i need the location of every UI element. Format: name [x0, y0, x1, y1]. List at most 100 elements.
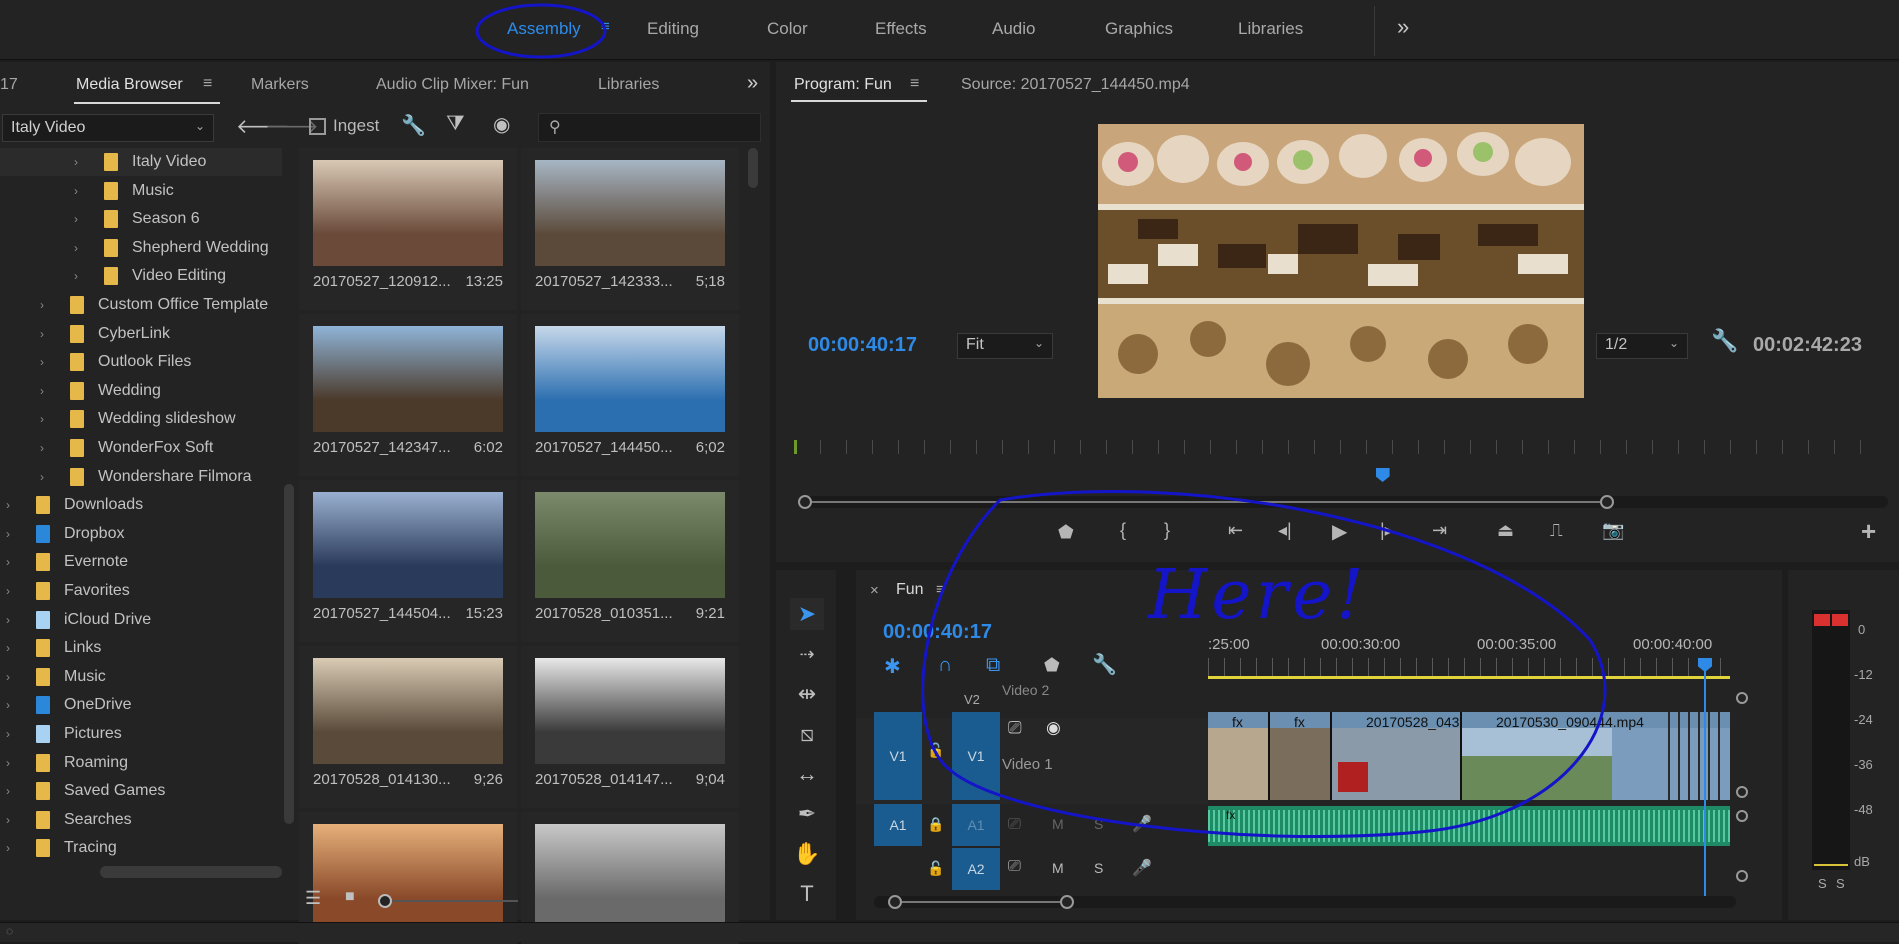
- chevron-right-icon[interactable]: ›: [6, 498, 18, 512]
- tree-item[interactable]: › Season 6: [74, 205, 200, 233]
- chevron-right-icon[interactable]: ›: [6, 555, 18, 569]
- chevron-right-icon[interactable]: ›: [40, 470, 52, 484]
- chevron-right-icon[interactable]: ›: [40, 355, 52, 369]
- linked-selection-icon[interactable]: ⧉: [986, 654, 1000, 677]
- pen-tool-icon[interactable]: ✒: [790, 798, 824, 830]
- clip-fx-badge[interactable]: fx: [1232, 714, 1243, 730]
- workspace-tab-audio[interactable]: Audio: [992, 19, 1035, 39]
- location-dropdown[interactable]: Italy Video ⌄: [2, 114, 214, 142]
- sequence-tab[interactable]: Fun: [896, 581, 924, 599]
- track-select-tool-icon[interactable]: ⇢: [790, 638, 824, 670]
- chevron-right-icon[interactable]: ›: [6, 641, 18, 655]
- razor-tool-icon[interactable]: ⧅: [790, 718, 824, 750]
- tab-source[interactable]: Source: 20170527_144450.mp4: [961, 76, 1190, 94]
- media-thumbnail[interactable]: 20170527_144450... 6;02: [521, 314, 739, 476]
- fit-dropdown[interactable]: Fit ⌄: [957, 333, 1053, 359]
- toggle-visibility-eye-icon[interactable]: ◉: [1046, 718, 1061, 738]
- tree-item[interactable]: › Evernote: [6, 548, 128, 576]
- tree-item[interactable]: › Links: [6, 634, 101, 662]
- workspace-menu-icon[interactable]: ≡: [601, 18, 610, 35]
- program-zoom-bar[interactable]: [798, 495, 1888, 509]
- clip-indicator-left[interactable]: [1814, 614, 1830, 626]
- tree-item[interactable]: › Wondershare Filmora: [40, 463, 252, 491]
- workspace-tab-graphics[interactable]: Graphics: [1105, 19, 1173, 39]
- mark-in-icon[interactable]: {: [1120, 520, 1126, 541]
- mute-button[interactable]: M: [1052, 860, 1064, 876]
- toggle-sync-lock-icon[interactable]: ⎚: [1008, 718, 1022, 738]
- chevron-right-icon[interactable]: ›: [6, 841, 18, 855]
- solo-right-button[interactable]: S: [1836, 876, 1845, 891]
- resolution-dropdown[interactable]: 1/2 ⌄: [1596, 333, 1688, 359]
- chevron-right-icon[interactable]: ›: [40, 384, 52, 398]
- v-scroll-handle[interactable]: [1736, 692, 1748, 704]
- type-tool-icon[interactable]: T: [790, 878, 824, 910]
- tree-item[interactable]: › Video Editing: [74, 262, 226, 290]
- tab-media-browser[interactable]: Media Browser: [76, 76, 183, 94]
- program-ruler[interactable]: [794, 440, 1884, 454]
- thumb-scrollbar-thumb[interactable]: [748, 148, 758, 188]
- media-thumbnail[interactable]: 20170527_142347... 6:02: [299, 314, 517, 476]
- tree-item[interactable]: › Dropbox: [6, 520, 124, 548]
- v-scroll-handle[interactable]: [1736, 786, 1748, 798]
- zoom-handle-right[interactable]: [1600, 495, 1614, 509]
- lock-icon[interactable]: 🔓: [927, 860, 944, 877]
- ingest-checkbox[interactable]: [309, 118, 326, 135]
- timeline-settings-wrench-icon[interactable]: 🔧: [1092, 652, 1117, 677]
- ripple-edit-tool-icon[interactable]: ⇹: [790, 678, 824, 710]
- tree-item[interactable]: › Wedding: [40, 377, 161, 405]
- solo-button[interactable]: S: [1094, 860, 1103, 876]
- voiceover-mic-icon[interactable]: 🎤: [1132, 814, 1152, 834]
- tree-item[interactable]: › Shepherd Wedding: [74, 234, 269, 262]
- chevron-right-icon[interactable]: ›: [74, 184, 86, 198]
- settings-wrench-icon[interactable]: 🔧: [1711, 328, 1738, 354]
- tab-libraries[interactable]: Libraries: [598, 76, 659, 94]
- track-v2-label[interactable]: V2: [964, 692, 980, 707]
- zoom-slider[interactable]: [378, 894, 518, 908]
- tree-h-scrollbar[interactable]: [100, 866, 282, 878]
- source-patch-a1[interactable]: A1: [874, 804, 922, 846]
- media-thumbnail[interactable]: 20170528_014147... 9;04: [521, 646, 739, 808]
- step-forward-icon[interactable]: |▸: [1380, 520, 1394, 541]
- tab-audio-clip-mixer[interactable]: Audio Clip Mixer: Fun: [376, 76, 529, 94]
- wrench-icon[interactable]: 🔧: [401, 113, 426, 138]
- toggle-sync-lock-icon[interactable]: ⎚: [1008, 858, 1021, 876]
- voiceover-mic-icon[interactable]: 🎤: [1132, 858, 1152, 878]
- go-to-out-icon[interactable]: ⇥: [1432, 520, 1447, 541]
- search-input[interactable]: ⚲: [538, 113, 761, 142]
- tree-item[interactable]: › Favorites: [6, 577, 130, 605]
- media-thumbnail[interactable]: 20170528_014130... 9;26: [299, 646, 517, 808]
- chevron-right-icon[interactable]: ›: [40, 441, 52, 455]
- chevron-right-icon[interactable]: ›: [6, 670, 18, 684]
- program-menu-icon[interactable]: ≡: [910, 75, 919, 93]
- tree-item[interactable]: › CyberLink: [40, 320, 170, 348]
- chevron-right-icon[interactable]: ›: [6, 613, 18, 627]
- add-button[interactable]: +: [1861, 516, 1876, 547]
- lift-icon[interactable]: ⏏: [1497, 520, 1514, 541]
- lock-icon[interactable]: 🔓: [927, 742, 944, 759]
- go-to-in-icon[interactable]: ⇤: [1228, 520, 1243, 541]
- tree-item[interactable]: › iCloud Drive: [6, 606, 151, 634]
- solo-left-button[interactable]: S: [1818, 876, 1827, 891]
- lock-icon[interactable]: 🔒: [927, 816, 944, 833]
- workspace-tab-editing[interactable]: Editing: [647, 19, 699, 39]
- media-thumbnail[interactable]: 20170527_120912... 13:25: [299, 148, 517, 310]
- source-patch-v1[interactable]: V1: [874, 712, 922, 800]
- tree-item[interactable]: › Tracing: [6, 834, 117, 862]
- chevron-right-icon[interactable]: ›: [6, 784, 18, 798]
- export-frame-camera-icon[interactable]: 📷: [1602, 520, 1624, 541]
- chevron-right-icon[interactable]: ›: [74, 212, 86, 226]
- view-eye-icon[interactable]: ◉: [493, 112, 510, 137]
- workspace-tab-libraries[interactable]: Libraries: [1238, 19, 1303, 39]
- timeline-timecode[interactable]: 00:00:40:17: [883, 621, 992, 644]
- workspace-tab-effects[interactable]: Effects: [875, 19, 927, 39]
- solo-button[interactable]: S: [1094, 816, 1103, 832]
- chevron-right-icon[interactable]: ›: [6, 813, 18, 827]
- tree-item[interactable]: › Wedding slideshow: [40, 405, 236, 433]
- chevron-right-icon[interactable]: ›: [74, 241, 86, 255]
- program-playhead[interactable]: [1375, 468, 1390, 482]
- tree-item[interactable]: › Pictures: [6, 720, 122, 748]
- play-icon[interactable]: ▶: [1332, 519, 1347, 544]
- close-icon[interactable]: ×: [870, 582, 879, 599]
- clip-name[interactable]: 20170530_090444.mp4: [1496, 714, 1644, 730]
- chevron-right-icon[interactable]: ›: [40, 298, 52, 312]
